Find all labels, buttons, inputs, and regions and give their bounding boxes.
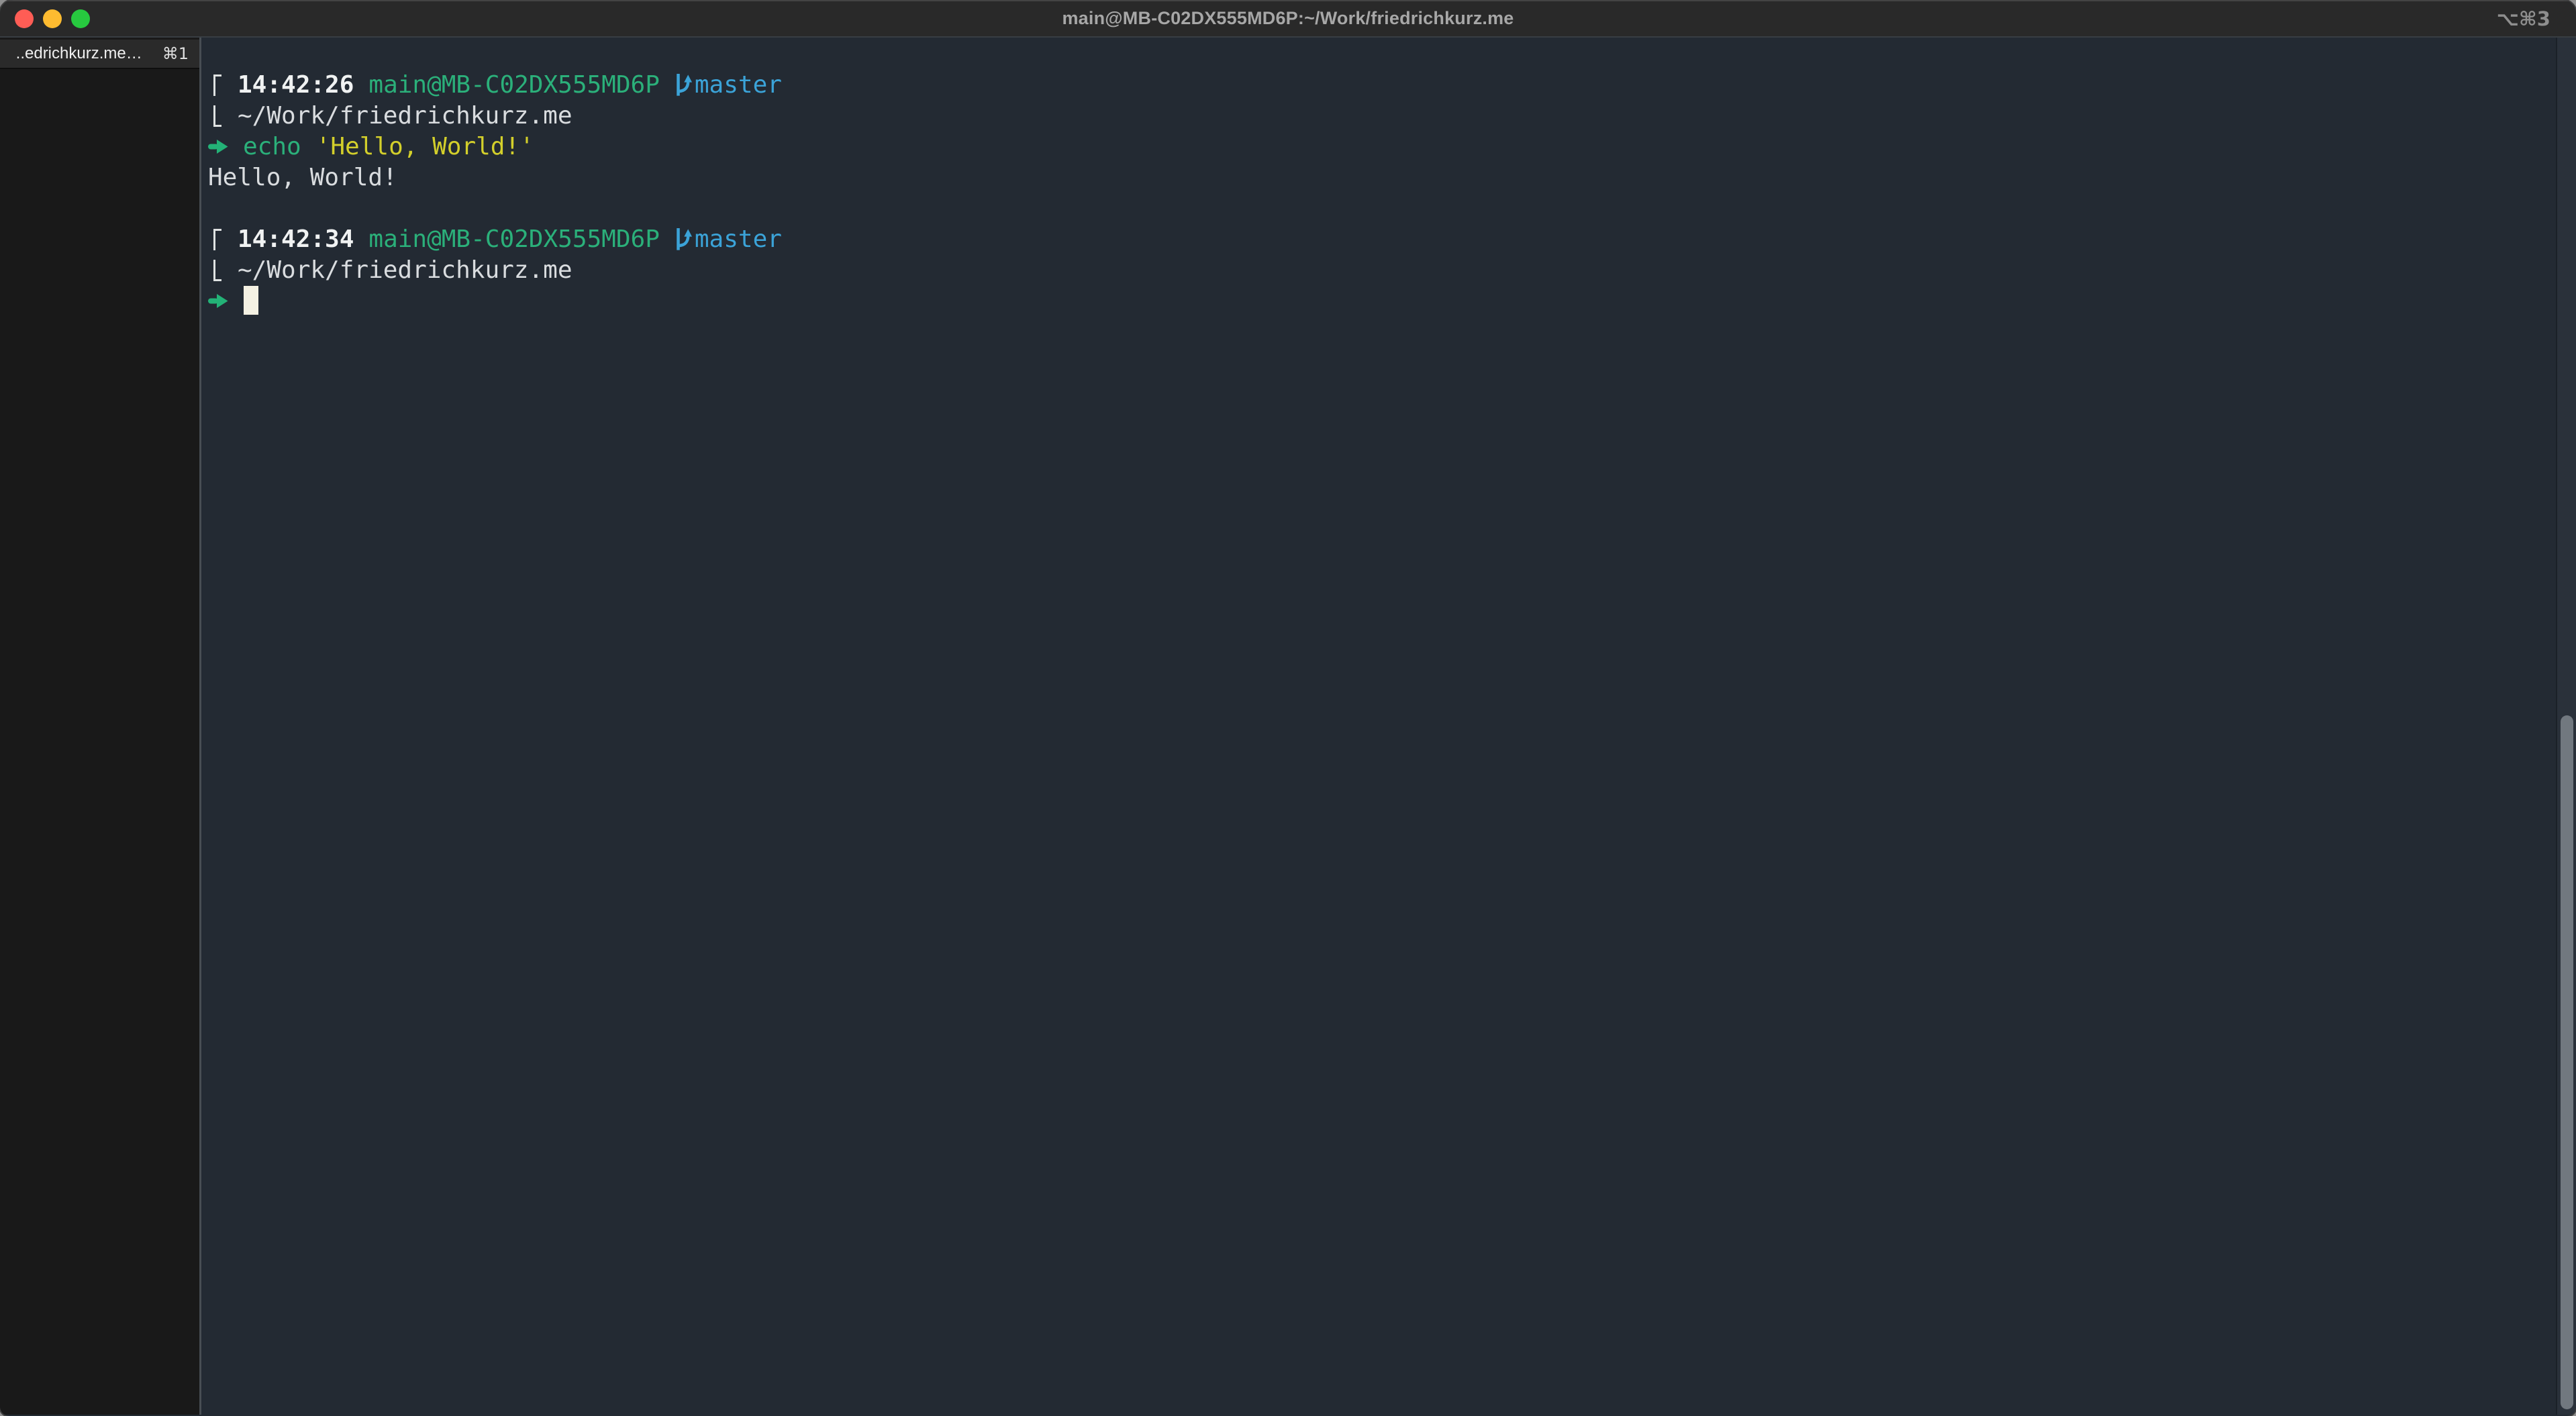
tab-label: ..edrichkurz.me… xyxy=(16,44,142,63)
terminal-pane[interactable]: 14:42:26 main@MB-C02DX555MD6P master ~/Wor… xyxy=(201,38,2576,1415)
prompt-git-branch: master xyxy=(695,71,782,99)
git-branch-icon xyxy=(675,72,693,97)
window-title: main@MB-C02DX555MD6P:~/Work/friedrichkur… xyxy=(0,8,2576,29)
prompt-git-branch: master xyxy=(695,225,782,253)
prompt-bracket-bottom-icon xyxy=(213,260,221,281)
title-bar[interactable]: main@MB-C02DX555MD6P:~/Work/friedrichkur… xyxy=(0,0,2576,38)
prompt-time: 14:42:34 xyxy=(238,225,354,253)
terminal-window: main@MB-C02DX555MD6P:~/Work/friedrichkur… xyxy=(0,0,2576,1416)
prompt-user-host: main@MB-C02DX555MD6P xyxy=(368,225,659,253)
window-shortcut-badge: ⌥⌘3 xyxy=(2496,0,2550,38)
terminal-cursor xyxy=(244,286,258,315)
sidebar-tab-friedrichkurz[interactable]: ..edrichkurz.me… ⌘1 xyxy=(0,40,199,69)
prompt-line-cwd: ~/Work/friedrichkurz.me xyxy=(208,255,2549,286)
command-argument: 'Hello, World!' xyxy=(316,133,534,160)
tab-sidebar: ..edrichkurz.me… ⌘1 xyxy=(0,38,201,1415)
command-line: echo 'Hello, World!' xyxy=(208,132,2549,162)
prompt-block: 14:42:26 main@MB-C02DX555MD6P master ~/Wor… xyxy=(208,70,2549,132)
prompt-line-info: 14:42:34 main@MB-C02DX555MD6P master xyxy=(208,224,2549,255)
prompt-bracket-top-icon xyxy=(213,74,221,96)
blank-line xyxy=(208,193,2549,224)
prompt-cwd: ~/Work/friedrichkurz.me xyxy=(238,102,573,130)
prompt-bracket-bottom-icon xyxy=(213,105,221,127)
prompt-block: 14:42:34 main@MB-C02DX555MD6P master ~/Wor… xyxy=(208,224,2549,286)
prompt-line-info: 14:42:26 main@MB-C02DX555MD6P master xyxy=(208,70,2549,101)
input-line[interactable] xyxy=(208,286,2549,317)
git-branch-icon xyxy=(675,227,693,251)
prompt-line-cwd: ~/Work/friedrichkurz.me xyxy=(208,101,2549,132)
prompt-arrow-icon xyxy=(208,138,229,155)
tab-shortcut: ⌘1 xyxy=(162,44,189,63)
prompt-arrow-icon xyxy=(208,293,229,309)
scrollbar-thumb[interactable] xyxy=(2561,715,2573,1409)
prompt-cwd: ~/Work/friedrichkurz.me xyxy=(238,256,573,284)
prompt-user-host: main@MB-C02DX555MD6P xyxy=(368,71,659,99)
prompt-bracket-top-icon xyxy=(213,229,221,250)
command-output: Hello, World! xyxy=(208,162,2549,193)
scrollbar-track[interactable] xyxy=(2556,38,2576,1415)
prompt-time: 14:42:26 xyxy=(238,71,354,99)
command-text: echo xyxy=(243,133,301,160)
